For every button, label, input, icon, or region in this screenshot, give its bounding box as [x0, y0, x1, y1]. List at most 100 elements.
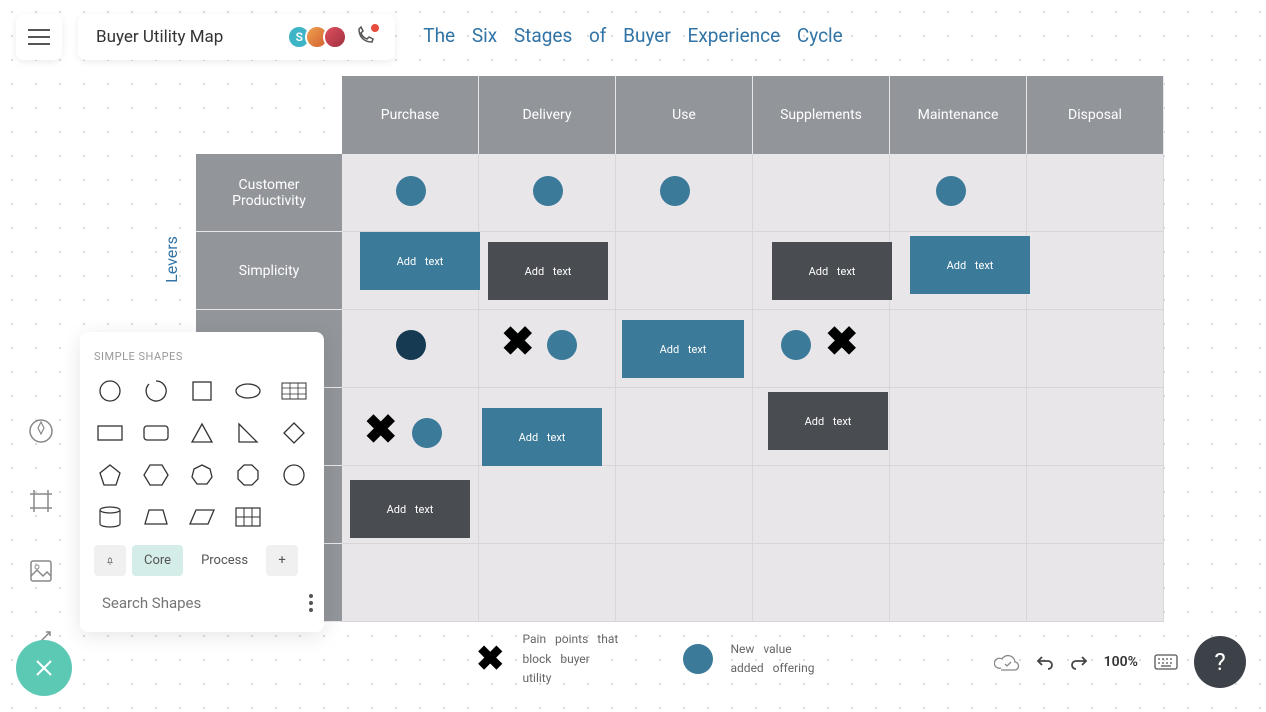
callout[interactable]: Add text: [360, 232, 480, 290]
cell[interactable]: [616, 232, 753, 310]
offering-dot: [683, 644, 713, 674]
cell[interactable]: [890, 388, 1027, 466]
callout[interactable]: Add text: [488, 242, 608, 300]
cell[interactable]: [890, 154, 1027, 232]
col-maintenance: Maintenance: [890, 76, 1027, 154]
cell[interactable]: [479, 466, 616, 544]
dark-dot[interactable]: [396, 330, 426, 360]
pin-tab[interactable]: [94, 545, 126, 576]
shape-table[interactable]: [278, 377, 310, 405]
shape-nonagon[interactable]: [278, 461, 310, 489]
zoom-level[interactable]: 100%: [1104, 654, 1138, 670]
offering-dot[interactable]: [547, 330, 577, 360]
more-options[interactable]: [309, 594, 313, 612]
col-use: Use: [616, 76, 753, 154]
cell[interactable]: [479, 544, 616, 622]
shape-trapezoid[interactable]: [140, 503, 172, 531]
offering-dot[interactable]: [936, 176, 966, 206]
shape-triangle[interactable]: [186, 419, 218, 447]
shapes-tool[interactable]: [20, 410, 62, 452]
callout[interactable]: Add text: [772, 242, 892, 300]
collaborators: S: [293, 25, 377, 49]
undo-button[interactable]: [1036, 654, 1054, 670]
shape-right-triangle[interactable]: [232, 419, 264, 447]
legend: ✖ Pain points that block buyer utility N…: [476, 630, 831, 688]
redo-button[interactable]: [1070, 654, 1088, 670]
keyboard-icon[interactable]: [1154, 654, 1178, 670]
cell[interactable]: [1027, 310, 1164, 388]
cell[interactable]: ✖: [479, 310, 616, 388]
avatar-3[interactable]: [323, 25, 347, 49]
document-title[interactable]: Buyer Utility Map: [96, 27, 223, 47]
cell[interactable]: [1027, 388, 1164, 466]
shape-grid[interactable]: [232, 503, 264, 531]
title-card: Buyer Utility Map S: [78, 14, 395, 60]
cell[interactable]: [753, 544, 890, 622]
cell[interactable]: [890, 544, 1027, 622]
cell[interactable]: [342, 310, 479, 388]
close-panel-button[interactable]: [16, 640, 72, 696]
shape-octagon[interactable]: [232, 461, 264, 489]
shape-circle[interactable]: [94, 377, 126, 405]
pain-point-icon[interactable]: ✖: [825, 322, 859, 362]
cell[interactable]: ✖: [342, 388, 479, 466]
diagram-heading: The Six Stages of Buyer Experience Cycle: [423, 24, 843, 47]
cell[interactable]: [479, 154, 616, 232]
cell[interactable]: [1027, 232, 1164, 310]
callout[interactable]: Add text: [350, 480, 470, 538]
cell[interactable]: [890, 310, 1027, 388]
cell[interactable]: [890, 466, 1027, 544]
cell[interactable]: [753, 154, 890, 232]
call-button[interactable]: [355, 26, 377, 48]
help-button[interactable]: ?: [1194, 636, 1246, 688]
pain-point-icon[interactable]: ✖: [501, 322, 535, 362]
cell[interactable]: [616, 544, 753, 622]
row-simplicity: Simplicity: [196, 232, 342, 310]
cell[interactable]: [342, 544, 479, 622]
cell[interactable]: [616, 388, 753, 466]
cell[interactable]: [1027, 544, 1164, 622]
offering-dot[interactable]: [412, 418, 442, 448]
shape-pentagon[interactable]: [94, 461, 126, 489]
callout[interactable]: Add text: [768, 392, 888, 450]
shape-arc[interactable]: [140, 377, 172, 405]
cell[interactable]: [753, 466, 890, 544]
shape-rectangle[interactable]: [94, 419, 126, 447]
search-shapes-input[interactable]: [102, 588, 301, 618]
cell[interactable]: [1027, 466, 1164, 544]
shape-ellipse[interactable]: [232, 377, 264, 405]
shape-cylinder[interactable]: [94, 503, 126, 531]
shape-heptagon[interactable]: [186, 461, 218, 489]
col-supplements: Supplements: [753, 76, 890, 154]
shape-parallelogram[interactable]: [186, 503, 218, 531]
cloud-sync-icon[interactable]: [994, 652, 1020, 672]
cell[interactable]: ✖: [753, 310, 890, 388]
shape-diamond[interactable]: [278, 419, 310, 447]
row-productivity: Customer Productivity: [196, 154, 342, 232]
panel-title: SIMPLE SHAPES: [94, 350, 310, 363]
frame-tool[interactable]: [20, 480, 62, 522]
tab-add[interactable]: +: [266, 545, 298, 576]
callout[interactable]: Add text: [482, 408, 602, 466]
col-purchase: Purchase: [342, 76, 479, 154]
cell[interactable]: [616, 466, 753, 544]
image-tool[interactable]: [20, 550, 62, 592]
pain-point-icon[interactable]: ✖: [364, 410, 398, 450]
legend-offering-label: New value added offering: [731, 640, 831, 678]
cell[interactable]: [342, 154, 479, 232]
shape-rounded-rect[interactable]: [140, 419, 172, 447]
shape-hexagon[interactable]: [140, 461, 172, 489]
shape-square[interactable]: [186, 377, 218, 405]
menu-button[interactable]: [16, 14, 62, 60]
cell[interactable]: [616, 154, 753, 232]
tab-process[interactable]: Process: [189, 545, 260, 576]
levers-axis-label: Levers: [162, 236, 181, 283]
offering-dot[interactable]: [396, 176, 426, 206]
callout[interactable]: Add text: [910, 236, 1030, 294]
tab-core[interactable]: Core: [132, 545, 183, 576]
callout[interactable]: Add text: [622, 320, 744, 378]
offering-dot[interactable]: [533, 176, 563, 206]
offering-dot[interactable]: [660, 176, 690, 206]
cell[interactable]: [1027, 154, 1164, 232]
offering-dot[interactable]: [781, 330, 811, 360]
